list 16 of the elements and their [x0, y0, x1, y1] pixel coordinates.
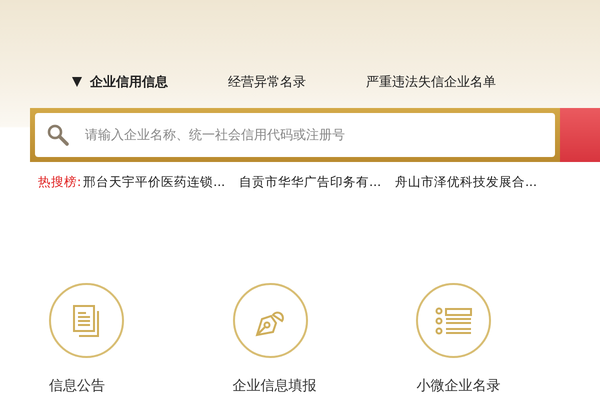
service-label: 企业信息填报: [232, 377, 317, 395]
hot-search-label: 热搜榜:: [38, 174, 82, 190]
hot-search-link[interactable]: 自贡市华华广告印务有...: [239, 174, 382, 190]
list-icon: [434, 306, 473, 334]
triangle-icon: [72, 77, 82, 87]
search-icon: [47, 124, 69, 146]
service-label: 小微企业名录: [416, 377, 500, 395]
document-icon: [72, 304, 102, 338]
nav-tab[interactable]: 企业信用信息: [72, 73, 168, 91]
search-button[interactable]: [560, 108, 600, 162]
nav-tab[interactable]: 严重违法失信企业名单: [366, 73, 496, 91]
hot-search-link[interactable]: 邢台天宇平价医药连锁...: [83, 174, 226, 190]
nav-tab[interactable]: 经营异常名录: [228, 73, 306, 91]
search-field[interactable]: 请输入企业名称、统一社会信用代码或注册号: [35, 113, 555, 157]
service-label: 信息公告: [49, 377, 105, 395]
hot-search-link[interactable]: 舟山市泽优科技发展合...: [395, 174, 537, 190]
